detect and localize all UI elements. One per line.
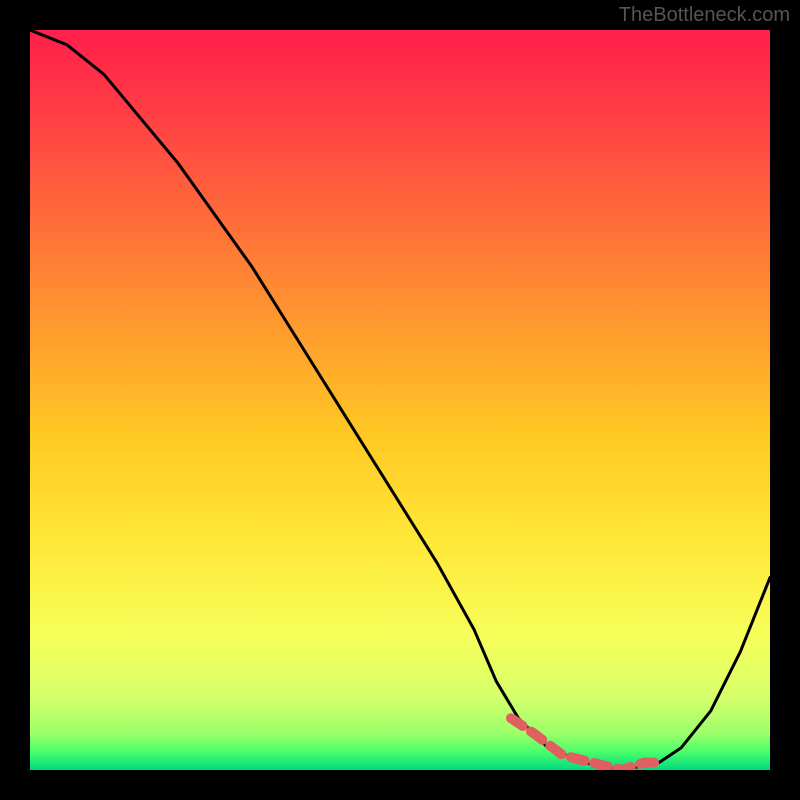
watermark-text: TheBottleneck.com xyxy=(619,4,790,27)
bottleneck-chart xyxy=(30,30,770,770)
plot-area xyxy=(30,30,770,770)
gradient-background xyxy=(30,30,770,770)
